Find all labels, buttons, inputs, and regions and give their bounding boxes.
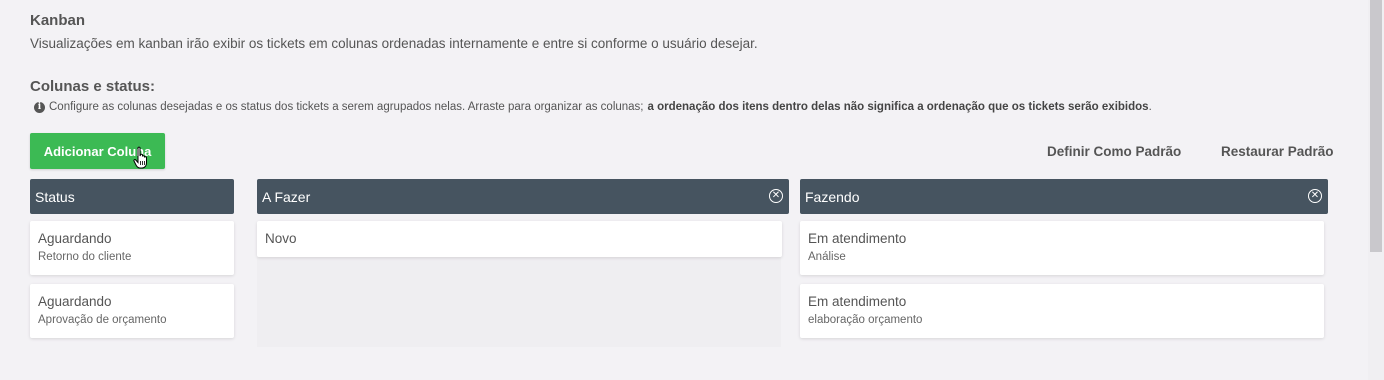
- card-subtitle: Análise: [808, 251, 846, 263]
- column-header-status[interactable]: Status: [30, 179, 234, 214]
- card-title: Em atendimento: [808, 231, 907, 246]
- status-card[interactable]: Aguardando Retorno do cliente: [30, 221, 234, 275]
- columns-section-title: Colunas e status:: [30, 78, 156, 95]
- card-title: Aguardando: [38, 231, 112, 246]
- kanban-title: Kanban: [30, 12, 86, 29]
- card-subtitle: elaboração orçamento: [808, 314, 923, 326]
- hand-cursor-icon: [133, 146, 147, 169]
- scrollbar-thumb[interactable]: [1370, 0, 1382, 252]
- status-card[interactable]: Aguardando Aprovação de orçamento: [30, 284, 234, 338]
- card-subtitle: Aprovação de orçamento: [38, 314, 167, 326]
- status-card[interactable]: Em atendimento elaboração orçamento: [800, 284, 1324, 338]
- status-card[interactable]: Em atendimento Análise: [800, 221, 1324, 275]
- close-column-icon[interactable]: ✕: [1308, 189, 1322, 203]
- close-column-icon[interactable]: ✕: [769, 189, 783, 203]
- status-card[interactable]: Novo: [257, 221, 782, 257]
- column-header-a-fazer[interactable]: A Fazer ✕: [257, 179, 789, 214]
- column-title: A Fazer: [262, 188, 311, 205]
- card-title: Aguardando: [38, 294, 112, 309]
- card-title: Em atendimento: [808, 294, 907, 309]
- card-subtitle: Retorno do cliente: [38, 251, 132, 263]
- kanban-description: Visualizações em kanban irão exibir os t…: [30, 36, 758, 51]
- hint-end: .: [1148, 101, 1152, 113]
- column-title: Fazendo: [805, 188, 860, 205]
- card-title: Novo: [265, 231, 297, 246]
- restore-default-button[interactable]: Restaurar Padrão: [1221, 144, 1334, 159]
- column-header-fazendo[interactable]: Fazendo ✕: [800, 179, 1328, 214]
- columns-hint: i Configure as colunas desejadas e os st…: [34, 101, 1152, 113]
- column-title: Status: [35, 188, 75, 205]
- set-default-button[interactable]: Definir Como Padrão: [1047, 144, 1181, 159]
- info-icon: i: [34, 101, 45, 113]
- vertical-scrollbar[interactable]: [1368, 0, 1384, 380]
- hint-bold-text: a ordenação dos itens dentro delas não s…: [647, 101, 1149, 113]
- hint-text: Configure as colunas desejadas e os stat…: [49, 101, 644, 113]
- column-dropzone: [257, 257, 781, 347]
